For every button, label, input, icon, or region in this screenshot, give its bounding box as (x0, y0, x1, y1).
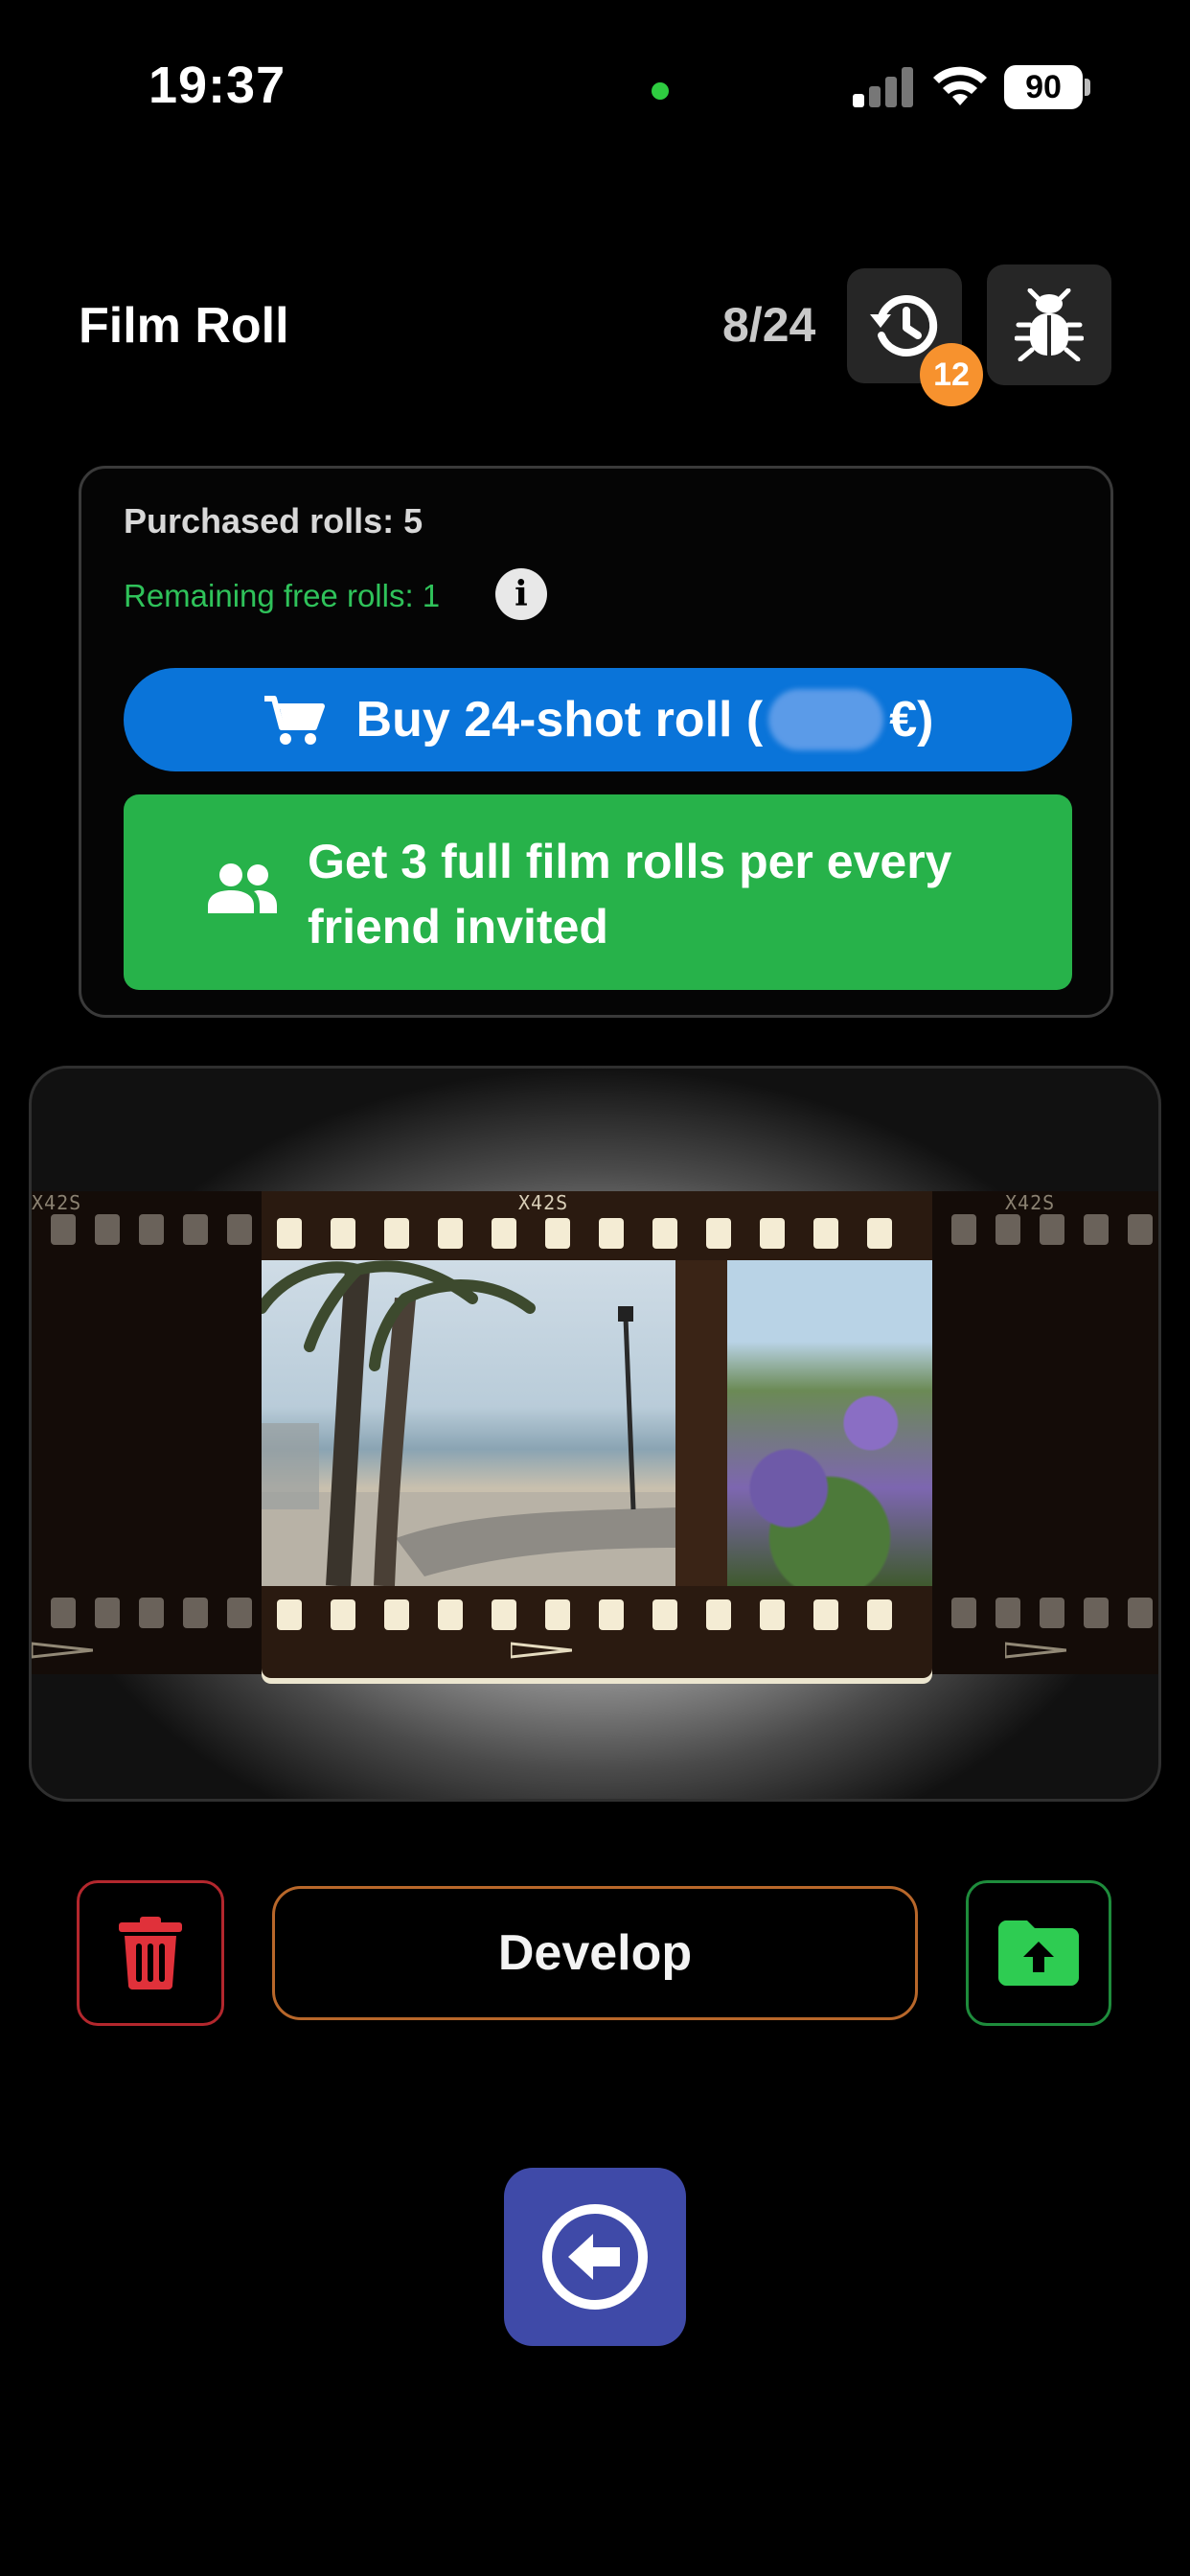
privacy-indicator-dot (652, 82, 669, 100)
sprocket-hole (545, 1218, 570, 1249)
sprocket-hole (995, 1598, 1020, 1628)
folder-upload-icon (998, 1920, 1079, 1986)
sprocket-hole (867, 1599, 892, 1630)
sprocket-hole (1084, 1214, 1109, 1245)
buy-roll-button[interactable]: Buy 24-shot roll ( €) (124, 668, 1072, 771)
history-count-badge: 12 (920, 343, 983, 406)
film-edge-code: X42S (32, 1191, 82, 1214)
sprocket-hole (438, 1599, 463, 1630)
frame-divider (675, 1260, 727, 1586)
page-title: Film Roll (79, 298, 289, 354)
sprocket-hole (951, 1214, 976, 1245)
sprocket-hole (1128, 1214, 1153, 1245)
status-time: 19:37 (149, 57, 286, 114)
sprocket-hole (1040, 1598, 1064, 1628)
bug-icon (1015, 288, 1084, 361)
film-edge-arrow-icon (511, 1642, 572, 1659)
info-icon[interactable]: i (495, 568, 547, 620)
sprocket-hole (652, 1218, 677, 1249)
flowers-photo (727, 1260, 932, 1586)
sprocket-hole (384, 1599, 409, 1630)
battery-icon: 90 (1004, 65, 1083, 109)
sprocket-hole (599, 1599, 624, 1630)
sprocket-hole (706, 1218, 731, 1249)
sprocket-hole (139, 1214, 164, 1245)
sprocket-hole (227, 1214, 252, 1245)
sprocket-hole (813, 1218, 838, 1249)
beach-promenade-photo (262, 1260, 675, 1586)
sprocket-hole (492, 1218, 516, 1249)
sprocket-hole (183, 1214, 208, 1245)
cart-icon (263, 693, 326, 747)
sprocket-hole (545, 1599, 570, 1630)
sprocket-hole (438, 1218, 463, 1249)
trash-icon (119, 1917, 182, 1990)
upload-button[interactable] (966, 1880, 1111, 2026)
sprocket-hole (1040, 1214, 1064, 1245)
back-arrow-icon (542, 2204, 648, 2310)
sprocket-hole (277, 1599, 302, 1630)
film-edge-code: X42S (1005, 1191, 1056, 1214)
sprocket-hole (599, 1218, 624, 1249)
sprocket-hole (1084, 1598, 1109, 1628)
sprocket-hole (813, 1599, 838, 1630)
sprocket-hole (51, 1214, 76, 1245)
sprocket-hole (384, 1218, 409, 1249)
sprocket-hole (867, 1218, 892, 1249)
sprocket-hole (139, 1598, 164, 1628)
cellular-signal-icon (853, 65, 914, 107)
sprocket-hole (227, 1598, 252, 1628)
shot-counter: 8/24 (722, 298, 816, 352)
status-bar: 19:37 90 (0, 0, 1190, 172)
sprocket-hole (277, 1218, 302, 1249)
history-icon (870, 294, 938, 356)
redacted-price (768, 689, 884, 750)
buy-label-prefix: Buy 24-shot roll ( (355, 692, 764, 748)
film-edge-arrow-icon (32, 1642, 93, 1659)
sprocket-hole (95, 1598, 120, 1628)
wifi-icon (933, 66, 987, 105)
invite-label: Get 3 full film rolls per every friend i… (308, 835, 952, 954)
sprocket-hole (492, 1599, 516, 1630)
rolls-card: Purchased rolls: 5 Remaining free rolls:… (79, 466, 1113, 1018)
sprocket-hole (183, 1598, 208, 1628)
sprocket-hole (331, 1218, 355, 1249)
develop-button[interactable]: Develop (272, 1886, 918, 2020)
debug-button[interactable] (987, 264, 1111, 385)
purchased-rolls-text: Purchased rolls: 5 (124, 501, 423, 540)
sprocket-hole (995, 1214, 1020, 1245)
buy-label-suffix: €) (889, 692, 934, 748)
sprocket-hole (51, 1598, 76, 1628)
sprocket-hole (331, 1599, 355, 1630)
delete-roll-button[interactable] (77, 1880, 224, 2026)
sprocket-hole (760, 1218, 785, 1249)
people-icon (208, 863, 277, 913)
invite-friends-button[interactable]: Get 3 full film rolls per every friend i… (124, 794, 1072, 990)
sprocket-hole (1128, 1598, 1153, 1628)
film-edge-arrow-icon (1005, 1642, 1066, 1659)
sprocket-hole (760, 1599, 785, 1630)
back-button[interactable] (504, 2168, 686, 2346)
sprocket-hole (951, 1598, 976, 1628)
film-edge-code: X42S (518, 1191, 569, 1214)
sprocket-hole (652, 1599, 677, 1630)
sprocket-hole (95, 1214, 120, 1245)
film-roll-preview[interactable]: X42S X42S X42S (29, 1066, 1161, 1802)
remaining-free-rolls-text: Remaining free rolls: 1 (124, 578, 441, 613)
battery-tip (1085, 79, 1090, 96)
sprocket-hole (706, 1599, 731, 1630)
